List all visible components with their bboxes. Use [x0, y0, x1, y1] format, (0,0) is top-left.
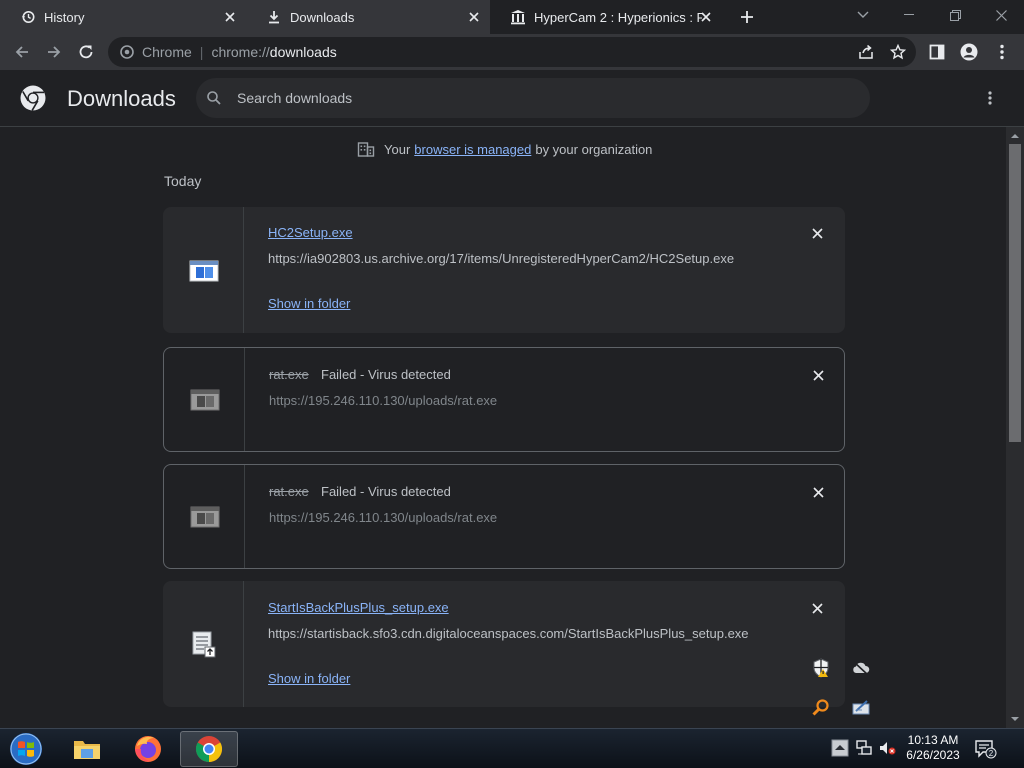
- side-panel-icon[interactable]: [928, 43, 946, 61]
- tab-history[interactable]: History: [0, 0, 246, 34]
- show-hidden-icons-icon[interactable]: [831, 739, 849, 757]
- managed-suffix: by your organization: [535, 141, 653, 157]
- minimize-icon[interactable]: [886, 0, 932, 30]
- forward-icon[interactable]: [42, 40, 66, 64]
- search-box: [196, 78, 870, 118]
- download-file-name[interactable]: StartIsBackPlusPlus_setup.exe: [268, 600, 449, 615]
- system-clock[interactable]: 10:13 AM 6/26/2023: [900, 733, 966, 763]
- remove-download-icon[interactable]: [809, 600, 825, 616]
- chrome-site-icon: [119, 44, 135, 60]
- download-status: Failed - Virus detected: [321, 367, 451, 382]
- tab-title: Downloads: [290, 9, 355, 25]
- file-explorer-taskbar-icon[interactable]: [58, 731, 116, 767]
- url-separator: |: [199, 44, 204, 60]
- download-url: https://startisback.sfo3.cdn.digitalocea…: [268, 626, 749, 641]
- close-window-icon[interactable]: [978, 0, 1024, 30]
- history-icon: [20, 9, 36, 25]
- download-file-name[interactable]: HC2Setup.exe: [268, 225, 353, 240]
- download-url: https://195.246.110.130/uploads/rat.exe: [269, 510, 498, 525]
- building-icon: [357, 140, 375, 158]
- security-shield-icon[interactable]: [811, 658, 831, 678]
- restore-icon[interactable]: [932, 0, 978, 30]
- clock-date: 6/26/2023: [906, 748, 960, 762]
- downloads-menu-icon[interactable]: [980, 88, 1000, 108]
- address-bar[interactable]: Chrome | chrome:// downloads: [108, 37, 916, 67]
- download-icon: [266, 9, 282, 25]
- new-tab-icon[interactable]: [738, 8, 756, 26]
- download-status: Failed - Virus detected: [321, 484, 451, 499]
- tab-title: History: [44, 9, 85, 25]
- download-icon-column: [163, 207, 244, 333]
- show-in-folder-link[interactable]: Show in folder: [268, 671, 350, 686]
- share-icon[interactable]: [857, 43, 875, 61]
- cloud-offline-icon[interactable]: [851, 658, 871, 678]
- show-in-folder-link[interactable]: Show in folder: [268, 296, 350, 311]
- managed-notice: Your browser is managed by your organiza…: [357, 140, 652, 158]
- exe-file-icon: [190, 389, 220, 411]
- archive-org-icon: [510, 9, 526, 25]
- back-icon[interactable]: [10, 40, 34, 64]
- remove-download-icon[interactable]: [810, 367, 826, 383]
- chrome-taskbar-icon[interactable]: [180, 731, 238, 767]
- download-item: rat.exe Failed - Virus detected https://…: [163, 464, 845, 569]
- download-icon-column: [164, 348, 245, 451]
- tab-title: HyperCam 2 : Hyperionics : Free Download: [534, 9, 702, 25]
- downloads-header: Downloads: [0, 70, 1024, 127]
- close-tab-icon[interactable]: [222, 9, 238, 25]
- tab-strip: History Downloads HyperCam 2 : Hyperioni…: [0, 0, 1024, 34]
- page-scrollbar[interactable]: [1006, 127, 1024, 728]
- date-group-label: Today: [164, 173, 202, 189]
- exe-file-icon: [189, 260, 219, 282]
- remove-download-icon[interactable]: [809, 225, 825, 241]
- scroll-down-icon[interactable]: [1010, 714, 1020, 724]
- close-tab-icon[interactable]: [466, 9, 482, 25]
- download-item: rat.exe Failed - Virus detected https://…: [163, 347, 845, 452]
- tab-hypercam[interactable]: HyperCam 2 : Hyperionics : Free Download: [490, 0, 722, 34]
- page-title: Downloads: [67, 86, 176, 111]
- reload-icon[interactable]: [74, 40, 98, 64]
- action-center-icon[interactable]: 2: [975, 739, 997, 759]
- search-tray-icon[interactable]: [811, 698, 831, 718]
- search-icon[interactable]: [206, 90, 222, 106]
- bookmark-star-icon[interactable]: [889, 43, 907, 61]
- notification-count: 2: [989, 749, 994, 758]
- windows-taskbar: 10:13 AM 6/26/2023 2: [0, 728, 1024, 768]
- volume-muted-icon[interactable]: [878, 739, 896, 757]
- firefox-taskbar-icon[interactable]: [119, 731, 177, 767]
- scroll-up-icon[interactable]: [1010, 131, 1020, 141]
- url-scheme: chrome://: [211, 44, 270, 60]
- download-url: https://ia902803.us.archive.org/17/items…: [268, 251, 735, 266]
- download-item: StartIsBackPlusPlus_setup.exe https://st…: [163, 581, 845, 707]
- download-item: HC2Setup.exe https://ia902803.us.archive…: [163, 207, 845, 333]
- download-file-name: rat.exe: [269, 367, 309, 382]
- search-downloads-input[interactable]: [237, 87, 837, 109]
- chrome-logo-icon: [20, 85, 46, 111]
- tab-search-icon[interactable]: [840, 0, 886, 30]
- start-button[interactable]: [6, 731, 46, 767]
- browser-menu-icon[interactable]: [993, 43, 1011, 61]
- managed-prefix: Your: [384, 141, 411, 157]
- browser-managed-link[interactable]: browser is managed: [414, 142, 531, 157]
- profile-avatar-icon[interactable]: [960, 43, 978, 61]
- download-icon-column: [164, 465, 245, 568]
- scrollbar-thumb[interactable]: [1009, 144, 1021, 442]
- remove-download-icon[interactable]: [810, 484, 826, 500]
- tab-downloads[interactable]: Downloads: [246, 0, 490, 34]
- download-icon-column: [163, 581, 244, 707]
- download-file-name: rat.exe: [269, 484, 309, 499]
- url-origin: Chrome: [142, 44, 192, 60]
- installer-file-icon: [191, 631, 217, 659]
- downloads-list: Your browser is managed by your organiza…: [0, 127, 1006, 728]
- exe-file-icon: [190, 506, 220, 528]
- browser-toolbar: Chrome | chrome:// downloads: [0, 34, 1024, 70]
- tablet-input-icon[interactable]: [851, 698, 871, 718]
- close-tab-icon[interactable]: [698, 9, 714, 25]
- download-url: https://195.246.110.130/uploads/rat.exe: [269, 393, 498, 408]
- clock-time: 10:13 AM: [907, 733, 959, 747]
- network-icon[interactable]: [855, 739, 873, 757]
- url-host: downloads: [269, 44, 337, 60]
